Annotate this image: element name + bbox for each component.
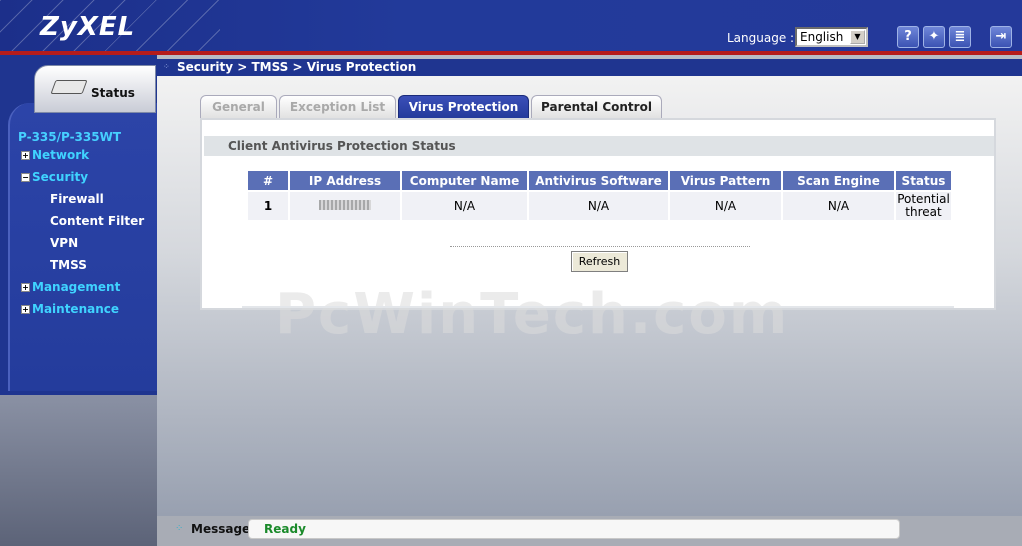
content-panel: Client Antivirus Protection Status # IP … <box>200 118 996 347</box>
logout-icon[interactable]: ⇥ <box>990 26 1012 48</box>
watermark: PcWinTech.com <box>275 282 790 347</box>
message-value: Ready <box>264 522 306 536</box>
section-title: Client Antivirus Protection Status <box>204 136 994 156</box>
refresh-button[interactable]: Refresh <box>571 251 628 272</box>
panel-divider <box>242 306 954 308</box>
sidebar-bottom <box>0 395 157 546</box>
sidebar-item-content-filter[interactable]: Content Filter <box>50 214 144 228</box>
sidebar-item-vpn[interactable]: VPN <box>50 236 78 250</box>
sidebar-item-management[interactable]: + Management <box>21 280 120 294</box>
tab-parental-control[interactable]: Parental Control <box>531 95 662 119</box>
language-select[interactable]: English ▼ <box>795 27 868 47</box>
bullet-icon: ⁘ <box>163 62 170 71</box>
col-header-engine: Scan Engine <box>783 171 894 192</box>
col-header-antivirus: Antivirus Software <box>529 171 668 192</box>
message-field: Ready <box>248 519 900 539</box>
status-tab[interactable]: Status <box>34 65 156 113</box>
device-model: P-335/P-335WT <box>18 130 122 144</box>
nav-panel <box>8 103 157 391</box>
chevron-down-icon[interactable]: ▼ <box>850 30 865 44</box>
tab-general[interactable]: General <box>200 95 277 119</box>
tab-exception-list[interactable]: Exception List <box>279 95 396 119</box>
bullet-icon: ⁘ <box>175 523 184 534</box>
expand-icon[interactable]: + <box>21 283 30 292</box>
expand-icon[interactable]: + <box>21 305 30 314</box>
sidebar-item-firewall[interactable]: Firewall <box>50 192 104 206</box>
wizard-icon[interactable]: ✦ <box>923 26 945 48</box>
cell-ip <box>290 192 400 220</box>
cell-engine: N/A <box>783 192 894 220</box>
message-label: Message <box>191 522 251 536</box>
sidebar-item-tmss[interactable]: TMSS <box>50 258 87 272</box>
router-icon <box>50 80 88 94</box>
cell-antivirus: N/A <box>529 192 668 220</box>
main-content: General Exception List Virus Protection … <box>157 76 1022 516</box>
cell-status: Potential threat <box>896 192 951 220</box>
table-row: 1 N/A N/A N/A N/A Potential threat <box>248 192 951 220</box>
col-header-pattern: Virus Pattern <box>670 171 781 192</box>
zyxel-logo: ZyXEL <box>40 12 136 42</box>
redacted-ip <box>319 200 371 210</box>
collapse-icon[interactable]: − <box>21 173 30 182</box>
col-header-ip: IP Address <box>290 171 400 192</box>
divider <box>450 246 750 247</box>
cell-computer-name: N/A <box>402 192 527 220</box>
breadcrumb: Security > TMSS > Virus Protection <box>177 60 417 74</box>
col-header-num: # <box>248 171 288 192</box>
sidebar: Status <box>0 55 157 546</box>
sidebar-item-network[interactable]: + Network <box>21 148 89 162</box>
col-header-computer-name: Computer Name <box>402 171 527 192</box>
message-bar: ⁘ Message Ready <box>157 516 1022 546</box>
top-header: ZyXEL Language : English ▼ ? ✦ ≣ ⇥ <box>0 0 1022 55</box>
antivirus-status-table: # IP Address Computer Name Antivirus Sof… <box>246 171 953 220</box>
cell-num: 1 <box>248 192 288 220</box>
col-header-status: Status <box>896 171 951 192</box>
notes-icon[interactable]: ≣ <box>949 26 971 48</box>
breadcrumb-bar: ⁘ Security > TMSS > Virus Protection <box>157 59 1022 76</box>
tab-virus-protection[interactable]: Virus Protection <box>398 95 529 119</box>
sidebar-item-maintenance[interactable]: + Maintenance <box>21 302 119 316</box>
status-label: Status <box>91 86 135 100</box>
language-value: English <box>800 30 844 44</box>
language-label: Language : <box>727 31 795 45</box>
sidebar-item-security[interactable]: − Security <box>21 170 88 184</box>
help-icon[interactable]: ? <box>897 26 919 48</box>
expand-icon[interactable]: + <box>21 151 30 160</box>
cell-pattern: N/A <box>670 192 781 220</box>
